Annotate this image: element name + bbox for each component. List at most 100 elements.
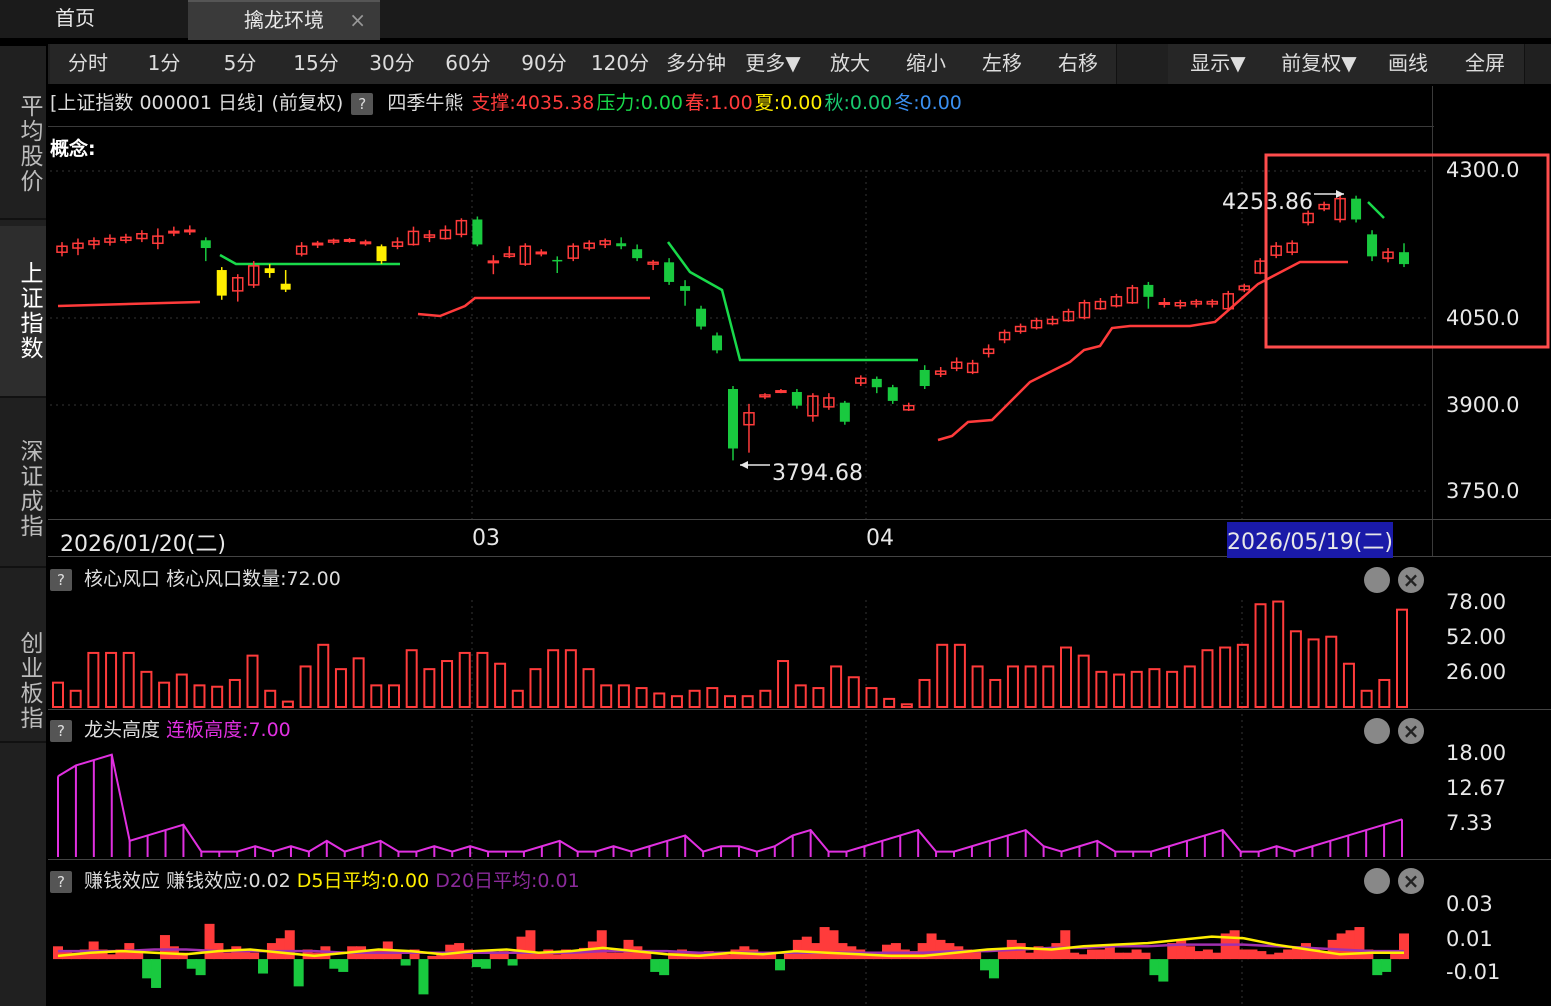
- core-theme-bar: [158, 681, 171, 709]
- profit-effect-bar: [249, 952, 260, 960]
- candle-body: [1143, 284, 1154, 297]
- profit-effect-bar: [53, 946, 63, 960]
- core-theme-bar: [388, 684, 400, 708]
- core-theme-bar: [794, 684, 807, 708]
- core-theme-bar: [334, 668, 347, 708]
- core-theme-bar: [69, 689, 82, 709]
- candle-body: [200, 240, 211, 249]
- core-theme-bar: [370, 684, 383, 708]
- core-theme-bar: [193, 684, 206, 708]
- core-theme-bar: [971, 665, 984, 709]
- profit-effect-bar: [231, 946, 242, 960]
- core-theme-bar: [175, 673, 188, 708]
- core-theme-bar: [1006, 665, 1019, 709]
- candle-body: [264, 268, 275, 274]
- profit-effect-bar: [222, 952, 233, 960]
- core-theme-bar: [688, 689, 701, 709]
- chart-canvas: 4253.863794.68: [50, 153, 1550, 1006]
- core-theme-bar: [1236, 643, 1249, 708]
- profit-effect-bar: [899, 949, 910, 960]
- core-theme-bar: [281, 700, 294, 708]
- core-theme-bar: [1183, 665, 1196, 709]
- profit-effect-bar: [1060, 930, 1071, 960]
- profit-effect-bar: [605, 952, 616, 960]
- core-theme-bar: [1378, 678, 1391, 709]
- core-theme-bar: [122, 651, 135, 708]
- profit-effect-bar: [1087, 949, 1098, 960]
- candle-body: [216, 270, 227, 296]
- core-theme-bar: [918, 678, 931, 709]
- profit-effect-bar: [935, 939, 946, 960]
- core-theme-bar: [865, 687, 878, 709]
- core-theme-bar: [883, 697, 896, 708]
- core-theme-bar: [777, 660, 790, 708]
- profit-effect-bar: [151, 959, 162, 988]
- profit-effect-bar: [418, 959, 429, 995]
- core-theme-bar: [1095, 670, 1108, 709]
- core-theme-bar: [52, 681, 64, 709]
- profit-effect-bar: [837, 943, 848, 960]
- core-theme-bar: [724, 695, 736, 709]
- core-theme-bar: [653, 692, 666, 708]
- core-theme-bar: [529, 668, 542, 708]
- core-theme-bar: [228, 678, 241, 709]
- core-theme-bar: [635, 687, 648, 709]
- core-theme-bar: [1272, 600, 1285, 709]
- core-theme-bar: [423, 668, 436, 708]
- core-theme-bar: [953, 643, 966, 708]
- core-theme-bar: [352, 657, 365, 709]
- profit-effect-bar: [1176, 939, 1187, 960]
- profit-effect-bar: [507, 959, 518, 966]
- profit-effect-bar: [1078, 954, 1089, 960]
- profit-effect-bar: [1274, 952, 1285, 960]
- profit-effect-bar: [819, 927, 830, 960]
- profit-effect-bar: [801, 936, 812, 960]
- profit-effect-bar: [1185, 946, 1196, 960]
- profit-effect-bar: [980, 959, 991, 971]
- core-theme-bar: [1254, 603, 1267, 708]
- profit-effect-bar: [1283, 949, 1294, 960]
- candle-body: [535, 251, 548, 255]
- candle-body: [887, 387, 898, 401]
- profit-effect-bar: [480, 959, 491, 969]
- core-theme-bar: [511, 689, 524, 709]
- candle-body: [775, 390, 787, 394]
- candle-body: [472, 219, 483, 245]
- core-theme-bar: [1024, 665, 1037, 709]
- candle-body: [839, 402, 850, 422]
- candle-body: [664, 262, 675, 282]
- core-theme-bar: [1307, 638, 1320, 709]
- profit-effect-bar: [721, 954, 732, 960]
- candle-body: [376, 246, 387, 262]
- profit-effect-bar: [1140, 952, 1151, 960]
- core-theme-bar: [600, 684, 613, 708]
- profit-effect-bar: [1158, 959, 1169, 982]
- candle-body: [552, 259, 563, 262]
- core-theme-bar: [458, 651, 471, 708]
- profit-effect-bar: [1256, 951, 1267, 960]
- profit-effect-bar: [596, 930, 607, 960]
- profit-effect-bar: [614, 952, 625, 960]
- profit-effect-bar: [258, 959, 269, 974]
- candle-body: [680, 286, 691, 291]
- core-theme-bar: [405, 649, 418, 709]
- support-line: [937, 260, 1348, 442]
- profit-effect-bar: [1381, 959, 1392, 972]
- profit-effect-bar: [1122, 952, 1133, 960]
- candle-body: [1399, 252, 1409, 265]
- core-theme-bar: [317, 643, 330, 708]
- core-theme-bar: [759, 689, 772, 709]
- low-price-label: 3794.68: [772, 461, 863, 486]
- profit-effect-bar: [204, 923, 215, 960]
- candle-body: [343, 238, 356, 242]
- profit-effect-bar: [552, 954, 563, 960]
- profit-effect-bar: [106, 954, 117, 960]
- candle-body: [616, 243, 627, 247]
- profit-effect-bar: [525, 930, 536, 960]
- candle-body: [1158, 302, 1171, 306]
- core-theme-bar: [1113, 673, 1126, 708]
- profit-effect-bar: [988, 959, 999, 979]
- core-theme-bar: [105, 651, 118, 708]
- pressure-line: [219, 253, 400, 266]
- core-theme-bar: [1342, 662, 1355, 709]
